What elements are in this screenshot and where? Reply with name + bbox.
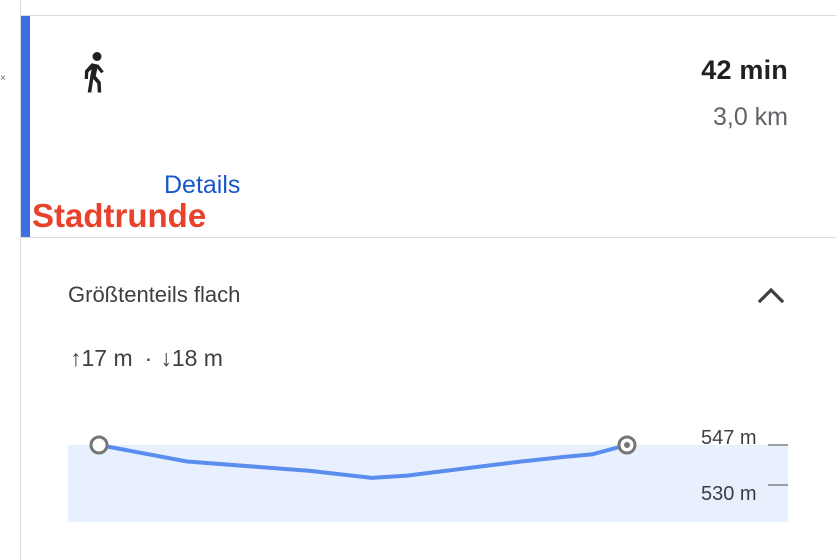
route-card[interactable]: 42 min 3,0 km Details Stadtrunde [21,16,836,237]
elevation-stats: ↑17 m · ↓18 m [70,343,223,373]
section-divider [21,237,836,238]
route-name: Stadtrunde [32,197,207,234]
route-panel: × 42 min 3,0 km Details Stadtrunde Größt… [0,0,836,560]
ascent-value: ↑17 m [70,345,133,371]
elevation-area [68,445,788,522]
end-point-marker [617,435,637,455]
descent-value: ↓18 m [160,345,223,371]
stats-separator: · [144,345,153,371]
end-point-ring [617,435,637,455]
selected-route-indicator [21,16,30,237]
walking-person-icon [84,52,104,93]
elevation-tick-low: 530 m [701,483,757,505]
map-edge-mark-icon: × [0,73,6,84]
map-edge-strip: × [0,0,21,560]
elevation-title: Größtenteils flach [68,282,241,307]
elevation-line [97,443,629,480]
elevation-tick-high: 547 m [701,427,757,449]
end-point-dot [624,442,630,448]
route-distance: 3,0 km [712,103,788,131]
details-link[interactable]: Details [164,170,240,200]
chevron-up-icon[interactable] [756,283,786,307]
start-point-marker [89,435,109,455]
route-duration: 42 min [701,55,788,85]
